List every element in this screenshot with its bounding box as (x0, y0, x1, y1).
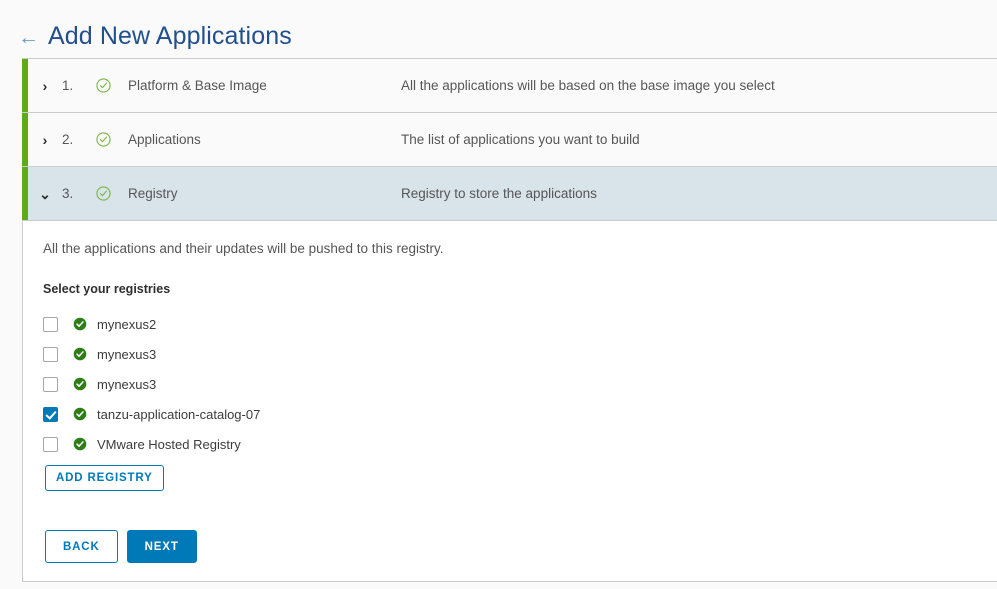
check-circle-outline-icon (96, 78, 128, 93)
chevron-right-icon[interactable]: › (28, 133, 62, 147)
check-circle-outline-icon (96, 186, 128, 201)
registry-checkbox[interactable] (43, 436, 58, 452)
step-label: Applications (128, 132, 201, 147)
add-registry-button[interactable]: ADD REGISTRY (45, 465, 164, 491)
registry-list: mynexus2 mynexus3 mynexus3 tanzu-applica… (43, 309, 977, 459)
list-item[interactable]: mynexus3 (43, 339, 977, 369)
wizard-steps: › 1. Platform & Base Image All the appli… (22, 58, 997, 221)
wizard-footer-buttons: BACK NEXT (45, 530, 977, 563)
arrow-left-icon[interactable]: ← (18, 27, 39, 48)
registry-checkbox[interactable] (43, 346, 58, 362)
registry-step-panel: All the applications and their updates w… (22, 221, 997, 582)
step-description: Registry to store the applications (401, 186, 597, 201)
registry-name: tanzu-application-catalog-07 (97, 406, 261, 422)
wizard-step-registry[interactable]: ⌄ 3. Registry Registry to store the appl… (22, 167, 997, 221)
registry-checkbox[interactable] (43, 406, 58, 422)
list-item[interactable]: mynexus2 (43, 309, 977, 339)
step-description: All the applications will be based on th… (401, 78, 775, 93)
select-registries-label: Select your registries (43, 282, 171, 296)
check-circle-filled-icon (73, 407, 88, 421)
step-label: Platform & Base Image (128, 78, 267, 93)
page-title: Add New Applications (48, 22, 292, 51)
check-circle-filled-icon (73, 377, 88, 391)
wizard-step-applications[interactable]: › 2. Applications The list of applicatio… (22, 113, 997, 167)
list-item[interactable]: VMware Hosted Registry (43, 429, 977, 459)
step-number: 2. (62, 132, 74, 147)
list-item[interactable]: mynexus3 (43, 369, 977, 399)
registry-name: VMware Hosted Registry (97, 436, 241, 452)
step-label: Registry (128, 186, 178, 201)
step-accent-stripe (22, 113, 28, 166)
chevron-right-icon[interactable]: › (28, 79, 62, 93)
next-button[interactable]: NEXT (126, 530, 197, 563)
panel-intro-text: All the applications and their updates w… (43, 241, 444, 256)
check-circle-outline-icon (96, 132, 128, 147)
step-accent-stripe (22, 59, 28, 112)
registry-name: mynexus3 (97, 346, 157, 362)
chevron-down-icon[interactable]: ⌄ (28, 187, 62, 201)
step-description: The list of applications you want to bui… (401, 132, 640, 147)
back-button[interactable]: BACK (45, 530, 118, 563)
add-registry-wrapper: ADD REGISTRY (45, 465, 977, 491)
step-accent-stripe (22, 167, 28, 220)
check-circle-filled-icon (73, 347, 88, 361)
step-number: 1. (62, 78, 74, 93)
add-new-applications-page: ← Add New Applications › 1. Platform & B… (0, 0, 997, 589)
wizard-step-platform-base-image[interactable]: › 1. Platform & Base Image All the appli… (22, 59, 997, 113)
list-item[interactable]: tanzu-application-catalog-07 (43, 399, 977, 429)
page-header: ← Add New Applications (0, 0, 997, 58)
check-circle-filled-icon (73, 437, 88, 451)
step-number: 3. (62, 186, 74, 201)
registry-name: mynexus2 (97, 316, 157, 332)
registry-name: mynexus3 (97, 376, 157, 392)
registry-checkbox[interactable] (43, 376, 58, 392)
registry-checkbox[interactable] (43, 316, 58, 332)
check-circle-filled-icon (73, 317, 88, 331)
